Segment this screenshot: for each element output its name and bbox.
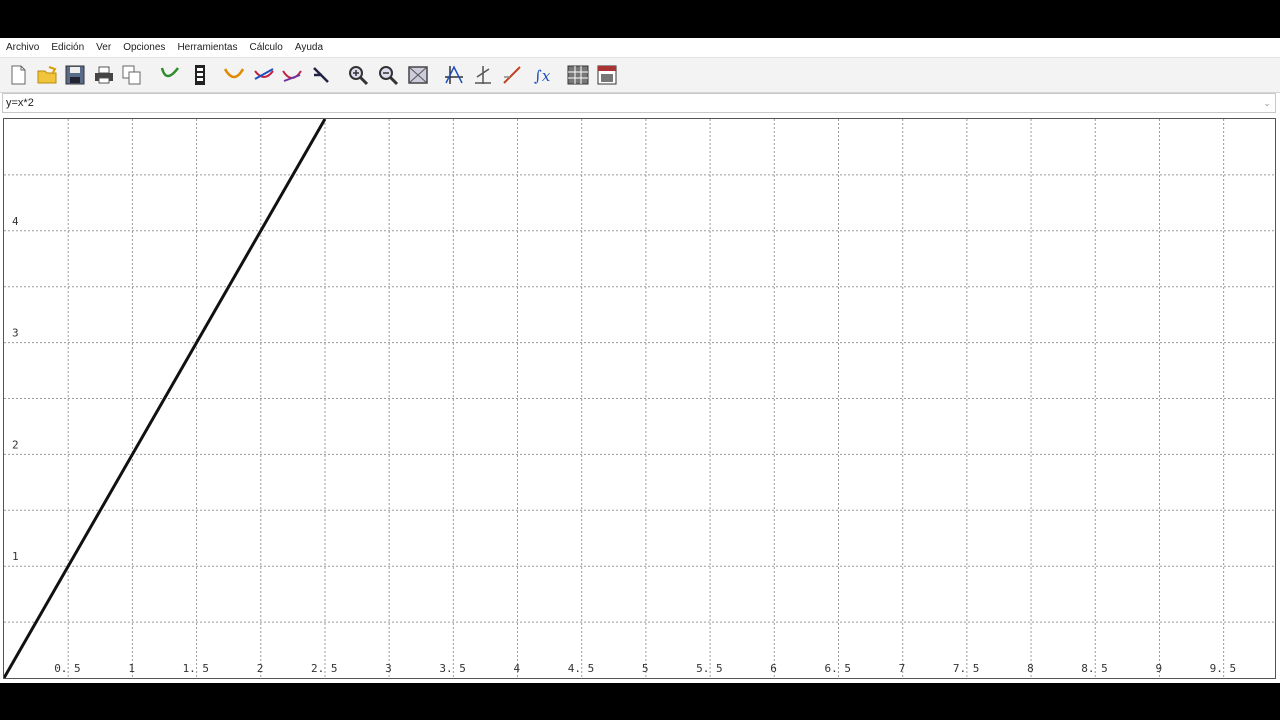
toolbar: ∫x bbox=[0, 57, 1280, 93]
copy-icon[interactable] bbox=[120, 63, 144, 87]
angle-icon[interactable] bbox=[471, 63, 495, 87]
x-tick-label: 9. 5 bbox=[1210, 662, 1237, 675]
svg-text:∫x: ∫x bbox=[534, 67, 551, 85]
window-icon[interactable] bbox=[595, 63, 619, 87]
print-icon[interactable] bbox=[92, 63, 116, 87]
menu-bar: Archivo Edición Ver Opciones Herramienta… bbox=[0, 38, 1280, 56]
table-icon[interactable] bbox=[188, 63, 212, 87]
new-file-icon[interactable] bbox=[6, 63, 30, 87]
x-tick-label: 7 bbox=[899, 662, 906, 675]
menu-archivo[interactable]: Archivo bbox=[0, 42, 45, 53]
x-tick-label: 6 bbox=[770, 662, 777, 675]
parabola-icon[interactable] bbox=[222, 63, 246, 87]
expression-input[interactable] bbox=[6, 95, 1246, 111]
zoom-in-icon[interactable] bbox=[346, 63, 370, 87]
menu-calculo[interactable]: Cálculo bbox=[243, 42, 288, 53]
curve-icon[interactable] bbox=[158, 63, 182, 87]
line-icon[interactable] bbox=[500, 63, 524, 87]
x-tick-label: 7. 5 bbox=[953, 662, 980, 675]
menu-edicion[interactable]: Edición bbox=[45, 42, 90, 53]
zoom-out-icon[interactable] bbox=[376, 63, 400, 87]
menu-opciones[interactable]: Opciones bbox=[117, 42, 171, 53]
x-tick-label: 2. 5 bbox=[311, 662, 338, 675]
plot-area[interactable]: 0. 5 1 1. 5 2 2. 5 3 3. 5 4 4. 5 5 5. 5 6 6. 5 7 7. 5 8… bbox=[3, 118, 1276, 679]
y-tick-label: 3 bbox=[12, 327, 19, 340]
menu-ver[interactable]: Ver bbox=[90, 42, 117, 53]
grid-calc-icon[interactable] bbox=[566, 63, 590, 87]
y-tick-label: 2 bbox=[12, 438, 19, 451]
x-tick-label: 1. 5 bbox=[183, 662, 210, 675]
y-tick-label: 4 bbox=[12, 215, 19, 228]
x-tick-label: 3. 5 bbox=[439, 662, 466, 675]
point-icon[interactable] bbox=[309, 63, 333, 87]
expression-bar: ⌄ bbox=[2, 93, 1276, 113]
menu-ayuda[interactable]: Ayuda bbox=[289, 42, 329, 53]
app-window: Archivo Edición Ver Opciones Herramienta… bbox=[0, 38, 1280, 683]
x-tick-label: 9 bbox=[1155, 662, 1162, 675]
x-tick-label: 5. 5 bbox=[696, 662, 723, 675]
x-tick-label: 6. 5 bbox=[824, 662, 851, 675]
intersection-icon[interactable] bbox=[252, 63, 276, 87]
zoom-window-icon[interactable] bbox=[406, 63, 430, 87]
x-tick-label: 1 bbox=[128, 662, 135, 675]
y-tick-label: 1 bbox=[12, 550, 19, 563]
open-folder-icon[interactable] bbox=[35, 63, 59, 87]
menu-herramientas[interactable]: Herramientas bbox=[171, 42, 243, 53]
graph-canvas[interactable]: 0. 5 1 1. 5 2 2. 5 3 3. 5 4 4. 5 5 5. 5 6 6. 5 7 7. 5 8… bbox=[4, 119, 1275, 678]
integral-icon[interactable]: ∫x bbox=[529, 63, 553, 87]
tangent-icon[interactable] bbox=[280, 63, 304, 87]
x-tick-label: 5 bbox=[642, 662, 649, 675]
x-tick-label: 8. 5 bbox=[1081, 662, 1108, 675]
x-tick-label: 2 bbox=[257, 662, 264, 675]
x-tick-label: 4 bbox=[514, 662, 521, 675]
x-tick-label: 8 bbox=[1027, 662, 1034, 675]
x-tick-label: 3 bbox=[385, 662, 392, 675]
x-tick-label: 4. 5 bbox=[568, 662, 595, 675]
save-icon[interactable] bbox=[63, 63, 87, 87]
chevron-down-icon[interactable]: ⌄ bbox=[1261, 96, 1273, 110]
axes-icon[interactable] bbox=[442, 63, 466, 87]
x-tick-label: 0. 5 bbox=[54, 662, 81, 675]
